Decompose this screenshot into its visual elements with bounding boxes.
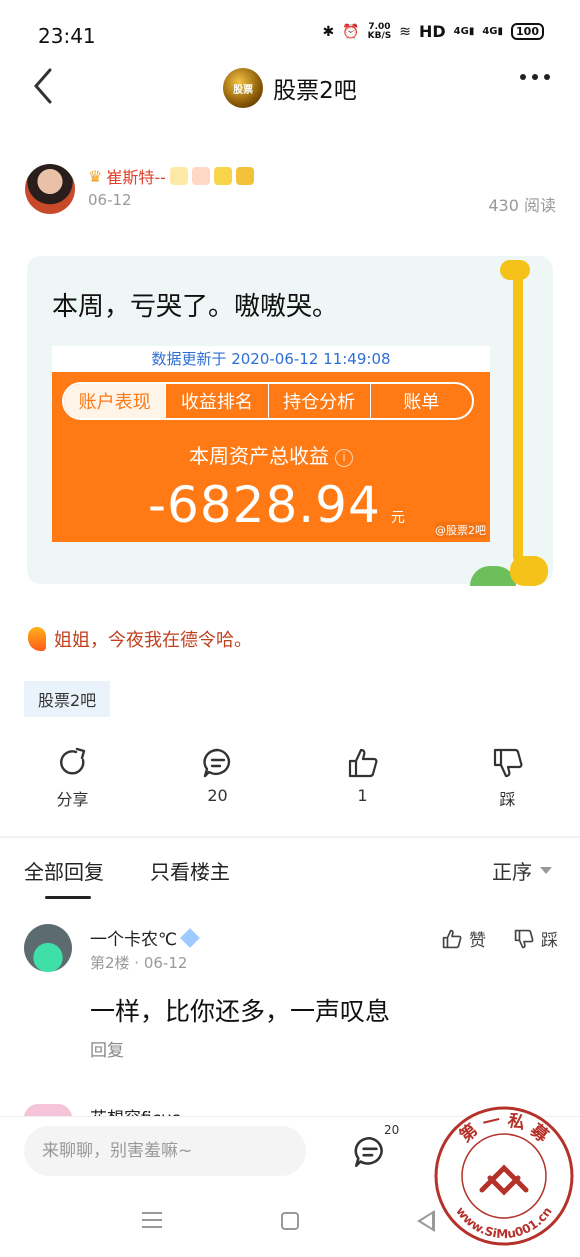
sort-label: 正序 bbox=[492, 860, 532, 884]
screenshot-tabs: 账户表现 收益排名 持仓分析 账单 bbox=[62, 382, 474, 420]
author-name-row[interactable]: ♛ 崔斯特-- bbox=[88, 164, 254, 188]
dislike-label: 踩 bbox=[499, 790, 516, 809]
crown-icon: ♛ bbox=[88, 166, 103, 186]
weekly-earnings-label: 本周资产总收益 i bbox=[52, 440, 490, 469]
tab-owner-only[interactable]: 只看楼主 bbox=[150, 856, 230, 885]
battery-icon: 100 bbox=[511, 23, 544, 40]
tab-all-replies[interactable]: 全部回复 bbox=[24, 856, 104, 885]
recent-apps-button[interactable] bbox=[142, 1212, 162, 1228]
signature: 姐姐，今夜我在德令哈。 bbox=[28, 626, 252, 652]
earnings-amount: -6828.94 bbox=[148, 476, 381, 534]
currency-unit: 元 bbox=[390, 510, 405, 526]
share-label: 分享 bbox=[56, 790, 89, 809]
image-watermark: @股票2吧 bbox=[435, 522, 486, 538]
network-type-2: 4G bbox=[482, 26, 498, 37]
status-icons: ✱ ⏰ 7.00 KB/S ≋ HD 4G▮ 4G▮ 100 bbox=[322, 22, 544, 41]
thumbs-up-icon bbox=[348, 748, 377, 778]
reply-dislike-button[interactable]: 踩 bbox=[513, 926, 558, 951]
tab-bill: 账单 bbox=[403, 392, 440, 413]
signature-text: 姐姐，今夜我在德令哈。 bbox=[54, 630, 252, 651]
update-timestamp: 数据更新于 2020-06-12 11:49:08 bbox=[52, 346, 490, 372]
diamond-badge-icon bbox=[180, 927, 200, 948]
comment-icon bbox=[354, 1136, 383, 1168]
network-speed: 7.00 KB/S bbox=[367, 22, 392, 41]
alarm-icon: ⏰ bbox=[342, 23, 360, 40]
reply-like-button[interactable]: 赞 bbox=[441, 926, 486, 951]
forum-tag[interactable]: 股票2吧 bbox=[24, 681, 111, 717]
comment-input[interactable] bbox=[24, 1126, 306, 1176]
caret-down-icon bbox=[540, 867, 552, 874]
like-count: 1 bbox=[357, 786, 368, 805]
post-text: 本周，亏哭了。嗷嗷哭。 bbox=[52, 292, 339, 322]
reply-dislike-label: 踩 bbox=[541, 931, 558, 951]
giraffe-head-decoration bbox=[500, 260, 530, 280]
wifi-icon: ≋ bbox=[399, 23, 411, 40]
dislike-button[interactable]: 踩 bbox=[435, 746, 580, 810]
giraffe-decoration bbox=[513, 270, 523, 562]
author-avatar[interactable] bbox=[25, 164, 75, 214]
reply-like-label: 赞 bbox=[469, 931, 486, 951]
reply-avatar[interactable] bbox=[24, 924, 72, 972]
menu-line-icon bbox=[142, 1226, 162, 1228]
comment-button[interactable]: 20 bbox=[145, 746, 290, 810]
back-triangle-icon bbox=[421, 1214, 432, 1228]
status-time: 23:41 bbox=[38, 24, 96, 48]
active-tab-indicator bbox=[45, 896, 91, 899]
weekly-label-text: 本周资产总收益 bbox=[189, 444, 329, 468]
post-date: 06-12 bbox=[88, 191, 132, 209]
comments-count-badge: 20 bbox=[384, 1123, 400, 1137]
share-icon bbox=[59, 747, 85, 775]
diamond-badge-icon bbox=[169, 167, 188, 185]
earnings-panel: 账户表现 收益排名 持仓分析 账单 本周资产总收益 i -6828.94 元 @股票… bbox=[52, 372, 490, 542]
forum-logo: 股票 bbox=[223, 68, 264, 108]
more-options-button[interactable] bbox=[520, 74, 550, 80]
info-icon: i bbox=[335, 449, 353, 467]
tab-account-performance: 账户表现 bbox=[64, 384, 167, 418]
dot-icon bbox=[520, 74, 526, 80]
thumbs-up-icon bbox=[442, 929, 462, 948]
bluetooth-icon: ✱ bbox=[322, 23, 335, 40]
reply-author-row[interactable]: 一个卡农℃ bbox=[90, 925, 200, 950]
comment-count: 20 bbox=[207, 786, 228, 805]
forum-title: 股票2吧 bbox=[273, 78, 357, 104]
menu-line-icon bbox=[142, 1212, 162, 1214]
tab-earnings-ranking: 收益排名 bbox=[166, 384, 269, 418]
tab-holdings-analysis: 持仓分析 bbox=[269, 384, 371, 418]
watermark-seal: 第 一 私 募 www.SiMu001.cn bbox=[434, 1106, 574, 1246]
amount-row: -6828.94 元 bbox=[148, 476, 405, 534]
comment-icon bbox=[202, 748, 230, 778]
reply-content: 一样，比你还多，一声叹息 bbox=[90, 997, 391, 1026]
reply-author-name: 一个卡农℃ bbox=[90, 930, 178, 950]
dot-icon bbox=[544, 74, 550, 80]
forum-header[interactable]: 股票 股票2吧 bbox=[0, 68, 580, 108]
thumbs-down-icon bbox=[493, 748, 522, 778]
menu-line-icon bbox=[142, 1219, 162, 1221]
reply-button[interactable]: 回复 bbox=[90, 1036, 124, 1061]
network-type-1: 4G bbox=[453, 26, 469, 37]
signal-4g-1: 4G▮ bbox=[453, 26, 475, 37]
section-divider bbox=[0, 836, 580, 838]
embedded-screenshot[interactable]: 数据更新于 2020-06-12 11:49:08 账户表现 收益排名 持仓分析… bbox=[52, 346, 490, 542]
reply-meta: 第2楼 · 06-12 bbox=[90, 954, 188, 972]
comments-button[interactable] bbox=[352, 1134, 388, 1170]
author-name: 崔斯特-- bbox=[106, 168, 166, 187]
flame-icon bbox=[28, 627, 46, 651]
sort-dropdown[interactable]: 正序 bbox=[492, 856, 552, 885]
action-bar: 分享 20 1 踩 bbox=[0, 746, 580, 810]
thumbs-down-icon bbox=[514, 929, 534, 948]
dot-icon bbox=[532, 74, 538, 80]
home-button[interactable] bbox=[281, 1212, 299, 1230]
like-button[interactable]: 1 bbox=[290, 746, 435, 810]
read-count: 430 阅读 bbox=[488, 196, 556, 215]
giraffe-body-decoration bbox=[510, 556, 548, 586]
game-badge-icon bbox=[191, 167, 210, 185]
member-badge-icon bbox=[235, 167, 254, 185]
level-badge-icon bbox=[213, 167, 232, 185]
share-button[interactable]: 分享 bbox=[0, 746, 145, 810]
speed-unit: KB/S bbox=[367, 30, 392, 41]
signal-4g-2: 4G▮ bbox=[482, 26, 504, 37]
hd-indicator: HD bbox=[418, 22, 446, 41]
